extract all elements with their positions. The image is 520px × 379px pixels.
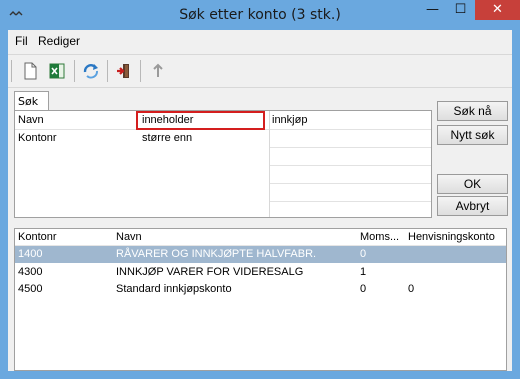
row-divider bbox=[269, 183, 431, 184]
criteria-value-name[interactable]: innkjøp bbox=[272, 114, 307, 126]
exit-door-icon[interactable] bbox=[114, 61, 134, 81]
new-document-icon[interactable] bbox=[20, 61, 40, 81]
ok-button[interactable]: OK bbox=[437, 174, 508, 194]
column-divider bbox=[269, 111, 270, 217]
toolbar bbox=[8, 54, 512, 88]
row-divider bbox=[269, 147, 431, 148]
highlight-box bbox=[136, 111, 265, 130]
criteria-field-account: Kontonr bbox=[18, 132, 57, 144]
cancel-button[interactable]: Avbryt bbox=[437, 196, 508, 216]
toolbar-separator bbox=[140, 60, 141, 82]
results-list: Kontonr Navn Moms... Henvisningskonto 14… bbox=[14, 228, 507, 371]
upload-arrow-icon[interactable] bbox=[148, 61, 168, 81]
tab-search[interactable]: Søk bbox=[14, 91, 49, 111]
search-criteria-panel: Navn inneholder innkjøp Kontonr større e… bbox=[14, 110, 432, 218]
maximize-button[interactable]: ☐ bbox=[447, 0, 474, 20]
menu-edit[interactable]: Rediger bbox=[38, 34, 80, 48]
row-divider bbox=[269, 165, 431, 166]
cell-moms: 0 bbox=[360, 248, 367, 260]
search-account-window: Søk etter konto (3 stk.) — ☐ ✕ Fil Redig… bbox=[0, 0, 520, 379]
criteria-field-name: Navn bbox=[18, 114, 44, 126]
column-header-kontonr[interactable]: Kontonr bbox=[18, 231, 57, 243]
new-search-button[interactable]: Nytt søk bbox=[437, 125, 508, 145]
cell-moms: 0 bbox=[360, 283, 367, 295]
cell-navn: Standard innkjøpskonto bbox=[116, 283, 232, 295]
search-now-button[interactable]: Søk nå bbox=[437, 101, 508, 121]
cell-kontonr: 4300 bbox=[18, 266, 43, 278]
cell-navn: INNKJØP VARER FOR VIDERESALG bbox=[116, 266, 304, 278]
title-bar[interactable]: Søk etter konto (3 stk.) — ☐ ✕ bbox=[0, 0, 520, 30]
toolbar-separator bbox=[11, 60, 12, 82]
table-row[interactable]: 4300 INNKJØP VARER FOR VIDERESALG 1 bbox=[15, 264, 506, 281]
minimize-button[interactable]: — bbox=[419, 0, 446, 20]
cell-kontonr: 1400 bbox=[18, 248, 43, 260]
criteria-operator-account[interactable]: større enn bbox=[142, 132, 192, 144]
refresh-icon[interactable] bbox=[81, 61, 101, 81]
table-row[interactable]: 4500 Standard innkjøpskonto 0 0 bbox=[15, 281, 506, 298]
cell-kontonr: 4500 bbox=[18, 283, 43, 295]
results-header: Kontonr Navn Moms... Henvisningskonto bbox=[15, 229, 506, 246]
close-button[interactable]: ✕ bbox=[475, 0, 520, 20]
column-header-moms[interactable]: Moms... bbox=[360, 231, 399, 243]
cell-moms: 1 bbox=[360, 266, 367, 278]
client-area: Fil Rediger Søk Navn inneholder innkjøp … bbox=[8, 30, 512, 371]
column-header-navn[interactable]: Navn bbox=[116, 231, 142, 243]
table-row[interactable]: 1400 RÅVARER OG INNKJØPTE HALVFABR. 0 bbox=[15, 246, 506, 263]
toolbar-separator bbox=[74, 60, 75, 82]
cell-henvisningskonto: 0 bbox=[408, 283, 415, 295]
cell-navn: RÅVARER OG INNKJØPTE HALVFABR. bbox=[116, 248, 317, 260]
menu-file[interactable]: Fil bbox=[15, 34, 28, 48]
excel-export-icon[interactable] bbox=[47, 61, 67, 81]
menu-bar: Fil Rediger bbox=[8, 30, 512, 52]
column-header-henvisningskonto[interactable]: Henvisningskonto bbox=[408, 231, 495, 243]
row-divider bbox=[269, 201, 431, 202]
toolbar-separator bbox=[107, 60, 108, 82]
